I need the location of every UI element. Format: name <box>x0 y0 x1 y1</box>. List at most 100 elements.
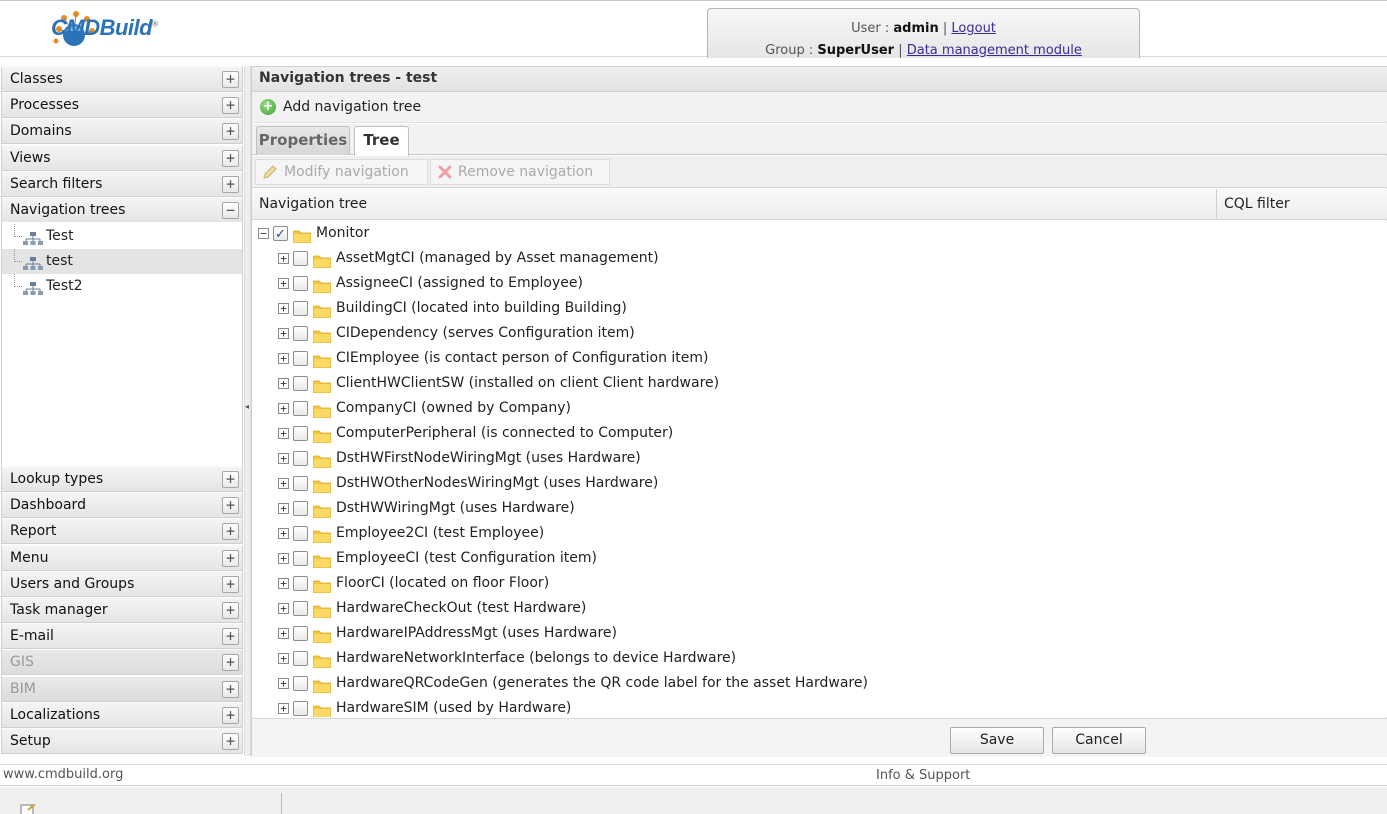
tree-expander-icon[interactable]: + <box>278 703 289 714</box>
sidebar-section-classes[interactable]: Classes + <box>1 66 243 92</box>
tree-expander-icon[interactable]: + <box>278 653 289 664</box>
tree-expander-icon[interactable]: + <box>278 678 289 689</box>
sidebar-section-processes[interactable]: Processes + <box>1 92 243 119</box>
expand-plus-icon[interactable]: + <box>222 654 239 672</box>
expand-plus-icon[interactable]: + <box>222 628 239 646</box>
sidebar-section-gis[interactable]: GIS + <box>1 649 243 676</box>
collapse-minus-icon[interactable]: − <box>222 202 239 219</box>
sidebar-section-dashboard[interactable]: Dashboard + <box>1 492 243 519</box>
data-management-module-link[interactable]: Data management module <box>907 43 1082 58</box>
expand-plus-icon[interactable]: + <box>222 680 239 698</box>
tree-child-node[interactable]: + HardwareIPAddressMgt (uses Hardware) <box>252 621 1387 646</box>
tree-node-checkbox[interactable] <box>293 601 308 616</box>
tree-child-node[interactable]: + AssigneeCI (assigned to Employee) <box>252 271 1387 296</box>
sidebar-section-localizations[interactable]: Localizations + <box>1 701 243 728</box>
expand-plus-icon[interactable]: + <box>222 471 239 488</box>
tree-child-node[interactable]: + AssetMgtCI (managed by Asset management… <box>252 246 1387 271</box>
tree-expander-icon[interactable]: + <box>278 378 289 389</box>
sidebar-section-navigation-trees[interactable]: Navigation trees − <box>1 197 243 223</box>
tree-child-node[interactable]: + CIDependency (serves Configuration item… <box>252 321 1387 346</box>
expand-plus-icon[interactable]: + <box>222 523 239 541</box>
save-button[interactable]: Save <box>950 727 1044 754</box>
tree-child-node[interactable]: + HardwareSIM (used by Hardware) <box>252 696 1387 717</box>
modify-navigation-tree-button[interactable]: Modify navigation tree <box>255 159 428 204</box>
tree-expander-icon[interactable]: + <box>278 628 289 639</box>
expand-plus-icon[interactable]: + <box>222 497 239 515</box>
tree-node-checkbox[interactable] <box>293 651 308 666</box>
nav-tree-item[interactable]: test <box>2 249 242 274</box>
tree-expander-icon[interactable]: + <box>278 503 289 514</box>
footer-info-support-link[interactable]: Info & Support <box>876 766 970 786</box>
nav-tree-item[interactable]: Test <box>2 224 242 249</box>
tree-expander-icon[interactable]: + <box>278 528 289 539</box>
tab-tree[interactable]: Tree <box>354 126 409 156</box>
tree-child-node[interactable]: + FloorCI (located on floor Floor) <box>252 571 1387 596</box>
tree-child-node[interactable]: + CIEmployee (is contact person of Config… <box>252 346 1387 371</box>
tree-expander-icon[interactable]: + <box>278 578 289 589</box>
expand-plus-icon[interactable]: + <box>222 706 239 724</box>
sidebar-section-lookup-types[interactable]: Lookup types + <box>1 466 243 492</box>
sidebar-section-setup[interactable]: Setup + <box>1 728 243 754</box>
tree-expander-icon[interactable]: + <box>278 403 289 414</box>
expand-plus-icon[interactable]: + <box>222 97 239 115</box>
column-header-navigation-tree[interactable]: Navigation tree <box>252 189 1217 219</box>
tree-node-checkbox[interactable] <box>293 626 308 641</box>
tree-node-checkbox[interactable] <box>293 401 308 416</box>
expand-plus-icon[interactable]: + <box>222 575 239 593</box>
footer-website-link[interactable]: www.cmdbuild.org <box>3 765 123 785</box>
sidebar-section-task-manager[interactable]: Task manager + <box>1 597 243 623</box>
tree-node-checkbox[interactable] <box>293 476 308 491</box>
column-header-cql-filter[interactable]: CQL filter <box>1217 189 1387 219</box>
sidebar-section-search-filters[interactable]: Search filters + <box>1 170 243 197</box>
tree-expander-icon[interactable]: + <box>278 253 289 264</box>
tree-node-checkbox[interactable] <box>293 376 308 391</box>
add-navigation-tree-button[interactable]: + Add navigation tree <box>259 97 421 119</box>
tree-child-node[interactable]: + CompanyCI (owned by Company) <box>252 396 1387 421</box>
tree-child-node[interactable]: + HardwareQRCodeGen (generates the QR cod… <box>252 671 1387 696</box>
expand-plus-icon[interactable]: + <box>222 175 239 193</box>
cancel-button[interactable]: Cancel <box>1052 727 1146 754</box>
tree-node-checkbox[interactable] <box>293 451 308 466</box>
tree-expander-icon[interactable]: + <box>278 428 289 439</box>
sidebar-section-menu[interactable]: Menu + <box>1 544 243 571</box>
tree-node-checkbox[interactable] <box>293 676 308 691</box>
tree-node-checkbox[interactable] <box>293 701 308 716</box>
tree-node-checkbox[interactable] <box>273 222 288 247</box>
tree-child-node[interactable]: + DstHWFirstNodeWiringMgt (uses Hardware) <box>252 446 1387 471</box>
tree-node-checkbox[interactable] <box>293 351 308 366</box>
tree-expander-icon[interactable]: + <box>278 353 289 364</box>
tab-properties[interactable]: Properties <box>256 126 350 155</box>
sidebar-section-bim[interactable]: BIM + <box>1 675 243 702</box>
remove-navigation-tree-button[interactable]: Remove navigation tree <box>430 159 610 204</box>
tree-expander-icon[interactable]: + <box>278 553 289 564</box>
expand-plus-icon[interactable]: + <box>222 149 239 167</box>
tree-child-node[interactable]: + EmployeeCI (test Configuration item) <box>252 546 1387 571</box>
tree-child-node[interactable]: + HardwareNetworkInterface (belongs to de… <box>252 646 1387 671</box>
tree-child-node[interactable]: + HardwareCheckOut (test Hardware) <box>252 596 1387 621</box>
sidebar-section-users-and-groups[interactable]: Users and Groups + <box>1 570 243 597</box>
tree-child-node[interactable]: + Employee2CI (test Employee) <box>252 521 1387 546</box>
tree-expander-icon[interactable]: + <box>278 328 289 339</box>
tree-child-node[interactable]: + ClientHWClientSW (installed on client C… <box>252 371 1387 396</box>
tree-expander-icon[interactable]: + <box>278 603 289 614</box>
collapse-arrow-icon[interactable]: ◂ <box>245 402 250 414</box>
expand-plus-icon[interactable]: + <box>222 71 239 88</box>
tree-child-node[interactable]: + DstHWOtherNodesWiringMgt (uses Hardware… <box>252 471 1387 496</box>
tree-node-checkbox[interactable] <box>293 301 308 316</box>
navigation-tree-grid[interactable]: − Monitor + AssetMgtCI (managed by Asset ma… <box>252 221 1387 717</box>
tree-node-checkbox[interactable] <box>293 326 308 341</box>
tree-root-node[interactable]: − Monitor <box>252 221 1387 247</box>
tree-expander-icon[interactable]: + <box>278 453 289 464</box>
tree-node-checkbox[interactable] <box>293 501 308 516</box>
sidebar-section-domains[interactable]: Domains + <box>1 118 243 145</box>
expand-plus-icon[interactable]: + <box>222 733 239 750</box>
logout-link[interactable]: Logout <box>951 21 996 36</box>
tree-node-checkbox[interactable] <box>293 276 308 291</box>
tree-expander-icon[interactable]: + <box>278 278 289 289</box>
sidebar-splitter[interactable]: ◂ <box>244 66 251 756</box>
nav-tree-item[interactable]: Test2 <box>2 274 242 299</box>
tree-node-checkbox[interactable] <box>293 551 308 566</box>
tree-node-checkbox[interactable] <box>293 426 308 441</box>
tree-child-node[interactable]: + BuildingCI (located into building Build… <box>252 296 1387 321</box>
expand-plus-icon[interactable]: + <box>222 123 239 141</box>
